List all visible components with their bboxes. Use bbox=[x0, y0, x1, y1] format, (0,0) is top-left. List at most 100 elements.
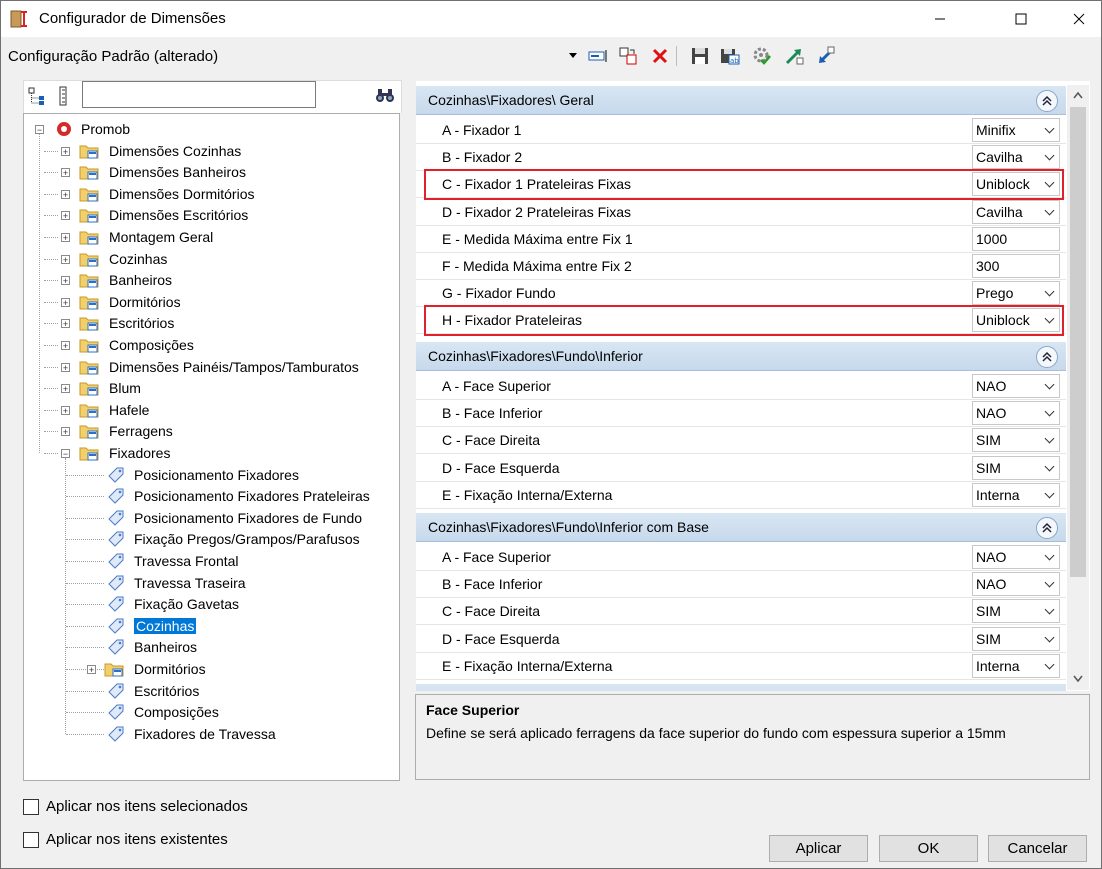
tree-node[interactable]: Posicionamento Fixadores Prateleiras bbox=[134, 486, 370, 506]
property-value-dropdown[interactable]: Prego bbox=[972, 281, 1060, 306]
export-button[interactable] bbox=[782, 43, 806, 69]
tree-expander[interactable]: + bbox=[61, 384, 70, 394]
property-row[interactable]: D - Face Esquerda SIM bbox=[416, 455, 1066, 482]
tree-expander[interactable]: + bbox=[61, 405, 70, 415]
property-row[interactable]: B - Face Inferior NAO bbox=[416, 571, 1066, 599]
save-button[interactable] bbox=[688, 43, 712, 69]
apply-button[interactable]: Aplicar bbox=[769, 835, 868, 862]
category-header-partial[interactable] bbox=[416, 684, 1066, 691]
tree-node[interactable]: Travessa Traseira bbox=[134, 573, 246, 593]
scrollbar-thumb[interactable] bbox=[1070, 107, 1086, 577]
minimize-button[interactable] bbox=[917, 1, 963, 37]
scroll-down-icon[interactable] bbox=[1073, 675, 1083, 683]
tree-expander[interactable]: + bbox=[87, 665, 96, 675]
tree-expander[interactable]: − bbox=[35, 125, 44, 135]
tree-node[interactable]: Fixadores bbox=[109, 443, 170, 463]
expand-tree-icon[interactable] bbox=[27, 86, 47, 106]
property-value-dropdown[interactable]: NAO bbox=[972, 545, 1060, 569]
tree-node[interactable]: Dormitórios bbox=[109, 292, 181, 312]
tree-expander[interactable]: + bbox=[61, 211, 70, 221]
cancel-button[interactable]: Cancelar bbox=[988, 835, 1087, 862]
property-value-dropdown[interactable]: Minifix bbox=[972, 118, 1060, 142]
import-button[interactable] bbox=[814, 43, 838, 69]
scroll-up-icon[interactable] bbox=[1073, 91, 1083, 99]
property-row[interactable]: E - Fixação Interna/Externa Interna bbox=[416, 482, 1066, 509]
tree-expander[interactable]: + bbox=[61, 168, 70, 178]
property-value-dropdown[interactable]: Cavilha bbox=[972, 199, 1060, 224]
tree-node[interactable]: Cozinhas bbox=[134, 616, 197, 636]
tree-node[interactable]: Banheiros bbox=[134, 637, 197, 657]
tree-expander[interactable]: + bbox=[61, 276, 70, 286]
tree-expander[interactable]: + bbox=[61, 254, 70, 264]
tree-node[interactable]: Fixação Gavetas bbox=[134, 594, 239, 614]
property-value-dropdown[interactable]: Cavilha bbox=[972, 145, 1060, 170]
checkbox-box[interactable] bbox=[23, 798, 39, 815]
tree-view[interactable]: − Promob + Dimensões Cozinhas + Dimensões Ban… bbox=[23, 113, 400, 781]
property-value-dropdown[interactable]: SIM bbox=[972, 428, 1060, 453]
rename-button[interactable] bbox=[586, 43, 610, 69]
tree-node[interactable]: Dimensões Escritórios bbox=[109, 205, 248, 225]
apply-selected-checkbox[interactable]: Aplicar nos itens selecionados bbox=[23, 798, 248, 815]
property-row[interactable]: A - Face Superior NAO bbox=[416, 373, 1066, 400]
property-row[interactable]: C - Fixador 1 Prateleiras Fixas Uniblock bbox=[416, 171, 1066, 199]
tree-node[interactable]: Fixadores de Travessa bbox=[134, 724, 276, 744]
ok-button[interactable]: OK bbox=[879, 835, 978, 862]
property-row[interactable]: C - Face Direita SIM bbox=[416, 427, 1066, 455]
property-row[interactable]: G - Fixador Fundo Prego bbox=[416, 280, 1066, 308]
tree-node[interactable]: Dormitórios bbox=[134, 659, 206, 679]
property-row[interactable]: E - Fixação Interna/Externa Interna bbox=[416, 653, 1066, 680]
delete-config-button[interactable] bbox=[648, 43, 672, 69]
tree-node[interactable]: Blum bbox=[109, 378, 141, 398]
close-button[interactable] bbox=[1056, 1, 1102, 37]
property-row[interactable]: A - Fixador 1 Minifix bbox=[416, 117, 1066, 144]
property-value-input[interactable]: 300 bbox=[972, 254, 1060, 278]
tree-expander[interactable]: − bbox=[61, 449, 70, 459]
tree-expander[interactable]: + bbox=[61, 233, 70, 243]
tree-node[interactable]: Travessa Frontal bbox=[134, 551, 239, 571]
property-row[interactable]: E - Medida Máxima entre Fix 1 1000 bbox=[416, 226, 1066, 253]
tree-node[interactable]: Escritórios bbox=[109, 313, 174, 333]
property-value-dropdown[interactable]: Interna bbox=[972, 482, 1060, 507]
tree-node[interactable]: Dimensões Banheiros bbox=[109, 162, 246, 182]
tree-expander[interactable]: + bbox=[61, 362, 70, 372]
category-header[interactable]: Cozinhas\Fixadores\Fundo\Inferior bbox=[416, 342, 1066, 371]
tree-expander[interactable]: + bbox=[61, 189, 70, 199]
property-row[interactable]: B - Face Inferior NAO bbox=[416, 400, 1066, 428]
tree-expander[interactable]: + bbox=[61, 319, 70, 329]
category-header[interactable]: Cozinhas\Fixadores\Fundo\Inferior com Ba… bbox=[416, 513, 1066, 542]
property-value-dropdown[interactable]: Uniblock bbox=[972, 172, 1060, 197]
collapse-category-button[interactable] bbox=[1036, 346, 1058, 368]
tree-node[interactable]: Promob bbox=[81, 119, 130, 139]
tree-node[interactable]: Composições bbox=[109, 335, 194, 355]
property-row[interactable]: B - Fixador 2 Cavilha bbox=[416, 144, 1066, 172]
tree-node[interactable]: Hafele bbox=[109, 400, 149, 420]
tree-expander[interactable]: + bbox=[61, 297, 70, 307]
tree-node[interactable]: Posicionamento Fixadores bbox=[134, 465, 299, 485]
apply-settings-button[interactable] bbox=[750, 43, 774, 69]
property-value-dropdown[interactable]: Interna bbox=[972, 653, 1060, 678]
tree-node[interactable]: Posicionamento Fixadores de Fundo bbox=[134, 508, 362, 528]
tree-node[interactable]: Cozinhas bbox=[109, 249, 167, 269]
property-row[interactable]: C - Face Direita SIM bbox=[416, 598, 1066, 626]
property-value-dropdown[interactable]: SIM bbox=[972, 626, 1060, 651]
property-value-dropdown[interactable]: SIM bbox=[972, 599, 1060, 624]
tree-expander[interactable]: + bbox=[61, 341, 70, 351]
tree-node[interactable]: Escritórios bbox=[134, 681, 199, 701]
property-row[interactable]: H - Fixador Prateleiras Uniblock bbox=[416, 307, 1066, 335]
collapse-category-button[interactable] bbox=[1036, 517, 1058, 539]
tree-expander[interactable]: + bbox=[61, 146, 70, 156]
tree-node[interactable]: Fixação Pregos/Grampos/Parafusos bbox=[134, 529, 360, 549]
configuration-selector[interactable]: Configuração Padrão (alterado) bbox=[8, 48, 218, 65]
property-value-dropdown[interactable]: NAO bbox=[972, 374, 1060, 398]
tree-node[interactable]: Montagem Geral bbox=[109, 227, 213, 247]
property-value-dropdown[interactable]: NAO bbox=[972, 401, 1060, 426]
property-row[interactable]: F - Medida Máxima entre Fix 2 300 bbox=[416, 253, 1066, 280]
binoculars-icon[interactable] bbox=[375, 87, 395, 103]
search-input[interactable] bbox=[82, 81, 316, 108]
tree-node[interactable]: Dimensões Painéis/Tampos/Tamburatos bbox=[109, 357, 359, 377]
property-grid[interactable]: Cozinhas\Fixadores\ Geral A - Fixador 1 Mi… bbox=[416, 81, 1090, 691]
property-row[interactable]: D - Face Esquerda SIM bbox=[416, 626, 1066, 653]
checkbox-box[interactable] bbox=[23, 831, 39, 848]
property-row[interactable]: A - Face Superior NAO bbox=[416, 544, 1066, 571]
copy-config-button[interactable] bbox=[616, 43, 640, 69]
